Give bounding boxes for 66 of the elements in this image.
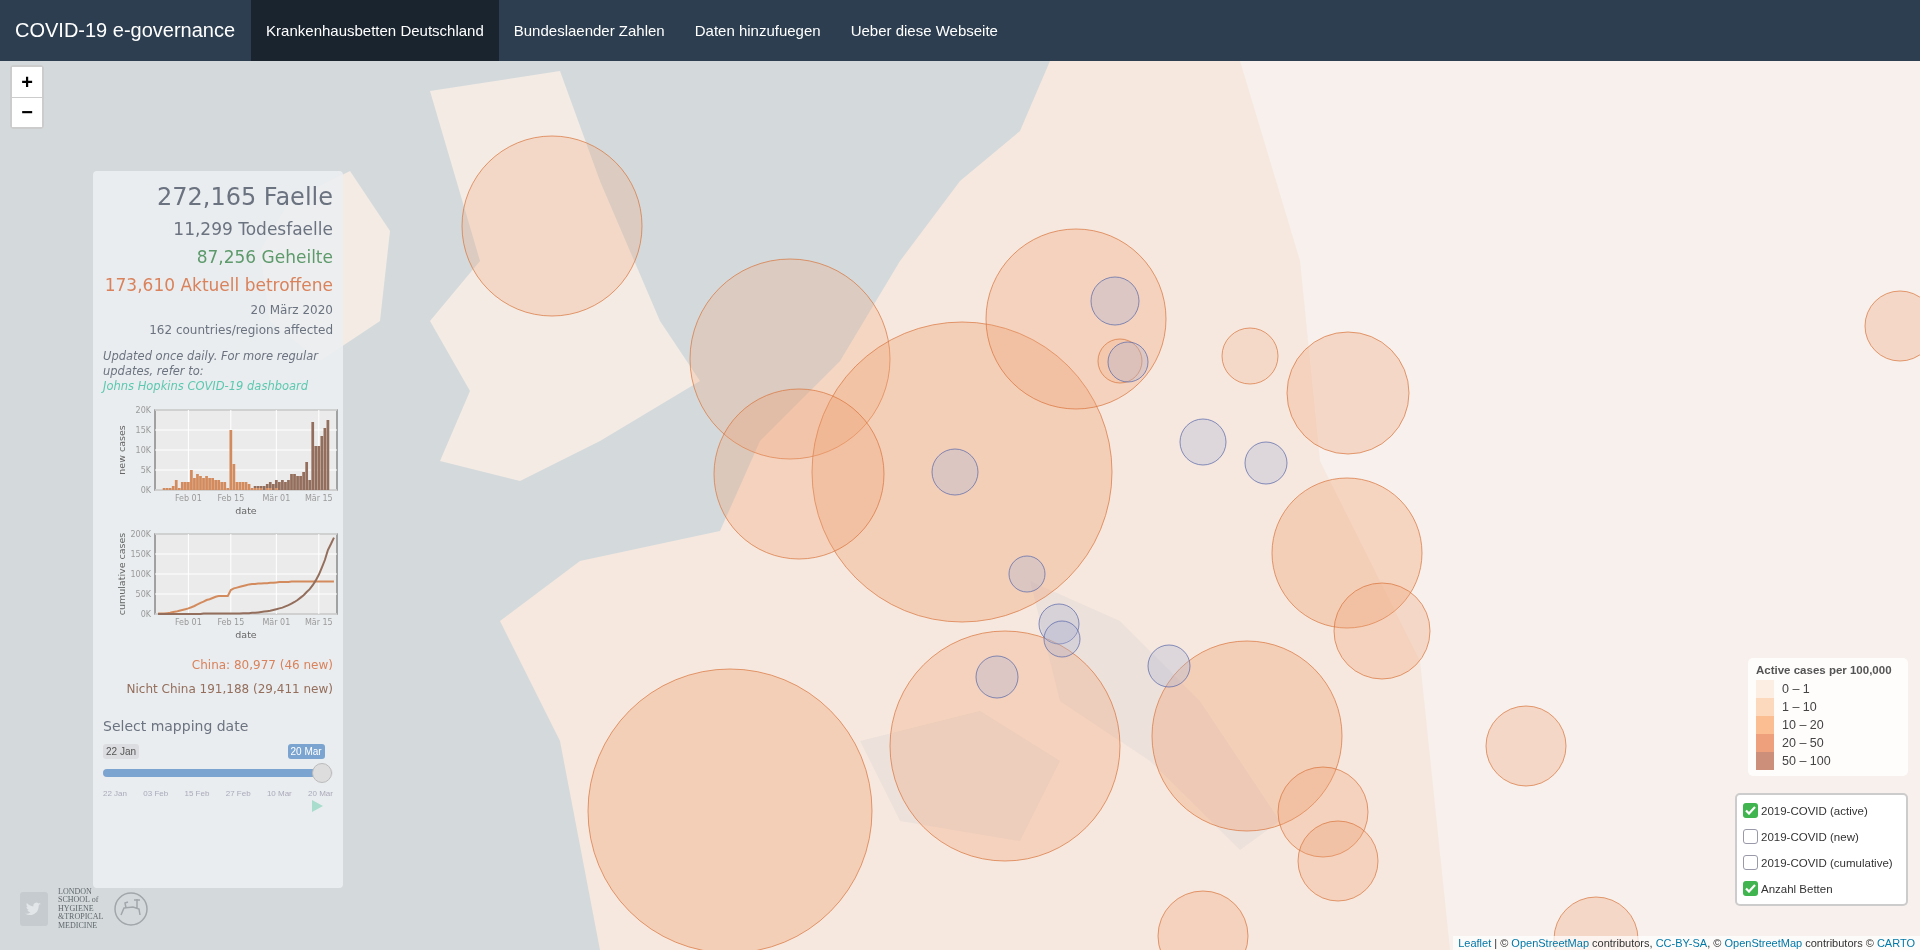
- slider-handle[interactable]: [311, 762, 332, 783]
- tick-label: Mär 01: [262, 493, 291, 503]
- stat-text: 20 März 2020: [250, 303, 333, 317]
- slider-track[interactable]: [103, 762, 333, 783]
- legend-title: Active cases per 100,000: [1756, 664, 1893, 676]
- stat-text: 162 countries/regions affected: [149, 323, 333, 337]
- axis-title: date: [235, 504, 257, 516]
- update-note: Updated once daily. For more regular updates, refer to: Johns Hopkins COVID-19 dashboard: [103, 349, 320, 394]
- legend-label: 0 – 1: [1782, 682, 1810, 696]
- legend-label: 10 – 20: [1782, 718, 1824, 732]
- tick-label: 20K: [135, 405, 151, 415]
- axis-title: date: [235, 628, 257, 640]
- tick-label: Feb 15: [217, 617, 245, 627]
- legend-label: 1 – 10: [1782, 700, 1817, 714]
- stat-text: 11,299 Todesfaelle: [173, 219, 333, 239]
- tick-label: 100K: [130, 569, 151, 579]
- zoom-out-button[interactable]: −: [12, 97, 42, 127]
- brand-title[interactable]: COVID-19 e-governance: [0, 0, 252, 61]
- nav-tab[interactable]: Daten hinzufuegen: [679, 0, 836, 61]
- nav-tab[interactable]: Bundeslaender Zahlen: [498, 0, 680, 61]
- nav-tab[interactable]: Ueber diese Webseite: [835, 0, 1013, 61]
- axis-title: new cases: [116, 425, 127, 475]
- layer-option[interactable]: 2019-COVID (new): [1743, 829, 1900, 844]
- total-text: China: 80,977 (46 new): [191, 657, 333, 672]
- tick-label: 10K: [135, 445, 151, 455]
- attribution-text: contributors ©: [1804, 937, 1875, 949]
- checkbox[interactable]: [1743, 881, 1758, 896]
- layer-option[interactable]: Anzahl Betten: [1743, 881, 1900, 896]
- axis-title: cumulative cases: [116, 532, 127, 616]
- checkbox[interactable]: [1743, 855, 1758, 870]
- checkbox[interactable]: [1743, 803, 1758, 818]
- tick-label: Feb 15: [217, 493, 245, 503]
- checkbox[interactable]: [1743, 829, 1758, 844]
- attribution-link[interactable]: Leaflet: [1458, 937, 1492, 949]
- min-date-label: 22 Jan: [103, 743, 140, 759]
- tick-label: 50K: [135, 589, 151, 599]
- total-text: Nicht China 191,188 (29,411 new): [126, 681, 333, 696]
- legend-label: 50 – 100: [1782, 754, 1831, 768]
- tick-label: 15K: [135, 425, 151, 435]
- attribution-text: | ©: [1493, 937, 1510, 949]
- attribution-link[interactable]: CARTO: [1876, 937, 1915, 949]
- tick-label: 5K: [140, 465, 151, 475]
- tick-label: 200K: [130, 529, 151, 539]
- tick-label: 0K: [140, 609, 151, 619]
- attribution-link[interactable]: OpenStreetMap: [1511, 937, 1589, 949]
- attribution-text: contributors,: [1591, 937, 1654, 949]
- tick-label: 150K: [130, 549, 151, 559]
- layer-option[interactable]: 2019-COVID (active): [1743, 803, 1900, 818]
- stat-text: 173,610 Aktuell betroffene: [104, 275, 333, 295]
- school-logo-text: LONDON SCHOOL of HYGIENE &TROPICAL MEDICINE: [58, 887, 104, 930]
- legend-label: 20 – 50: [1782, 736, 1824, 750]
- attribution-link[interactable]: OpenStreetMap: [1724, 937, 1803, 949]
- layer-option[interactable]: 2019-COVID (cumulative): [1743, 855, 1900, 870]
- tick-label: Feb 01: [174, 493, 202, 503]
- tick-label: 0K: [140, 485, 151, 495]
- stat-text: 272,165 Faelle: [156, 183, 333, 211]
- nav-tab[interactable]: Krankenhausbetten Deutschland: [251, 0, 499, 61]
- stat-text: 87,256 Geheilte: [196, 247, 333, 267]
- slider-label: Select mapping date: [103, 717, 250, 734]
- attribution-text: , ©: [1707, 937, 1723, 949]
- tick-label: Mär 15: [304, 493, 333, 503]
- current-date-label: 20 Mar: [287, 743, 325, 759]
- tick-label: Feb 01: [174, 617, 202, 627]
- tick-label: Mär 15: [304, 617, 333, 627]
- tick-label: Mär 01: [262, 617, 291, 627]
- tick-label: 10 Mar: [266, 788, 292, 798]
